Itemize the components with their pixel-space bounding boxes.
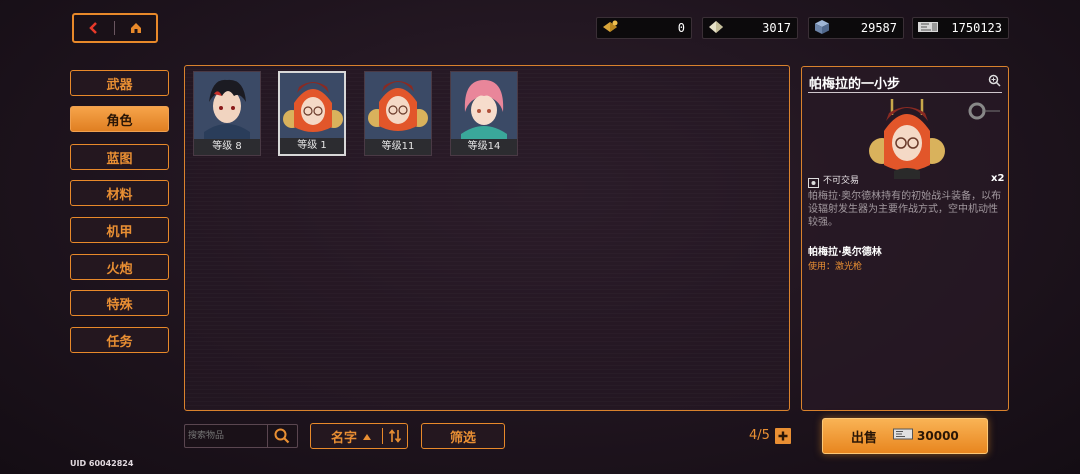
capacity-count: 4/5	[749, 428, 770, 443]
item-owner: 帕梅拉·奥尔德林	[808, 247, 882, 258]
category-task[interactable]: 任务	[70, 327, 169, 353]
category-special[interactable]: 特殊	[70, 290, 169, 316]
item-usage: 使用：激光枪	[808, 262, 863, 272]
currency-gold: 0	[596, 17, 692, 39]
currency-ticket: 1750123	[912, 17, 1009, 39]
item-level: 等级 8	[194, 139, 260, 155]
sort-divider	[382, 428, 383, 444]
nav-divider	[114, 21, 116, 35]
sell-button[interactable]: 出售 30000	[822, 418, 988, 454]
sell-label: 出售	[851, 430, 878, 446]
zoom-icon[interactable]	[988, 74, 1001, 87]
sort-up-icon	[363, 429, 372, 444]
sort-order-icon[interactable]	[389, 429, 401, 443]
currency-cube-value: 29587	[860, 21, 897, 35]
item-count: x2	[991, 173, 1005, 184]
category-artillery[interactable]: 火炮	[70, 254, 169, 280]
currency-ticket-value: 1750123	[951, 21, 1002, 35]
currency-cube: 29587	[808, 17, 904, 39]
search-input[interactable]	[188, 428, 268, 444]
ticket-icon	[917, 20, 939, 37]
character-portrait	[451, 72, 517, 139]
category-material[interactable]: 材料	[70, 180, 169, 206]
currency-gold-value: 0	[677, 21, 685, 35]
item-card[interactable]: 等级11	[364, 71, 432, 156]
home-icon[interactable]	[129, 21, 143, 35]
search-divider	[267, 425, 268, 447]
item-level: 等级11	[365, 139, 431, 155]
title-divider	[808, 92, 1002, 93]
filter-button[interactable]: 筛选	[421, 423, 505, 449]
gold-crystal-icon	[601, 19, 619, 38]
tradable-status: 不可交易	[823, 176, 860, 186]
category-mech[interactable]: 机甲	[70, 217, 169, 243]
item-level: 等级14	[451, 139, 517, 155]
category-character[interactable]: 角色	[70, 106, 169, 132]
search-box	[184, 424, 298, 448]
character-portrait	[194, 72, 260, 139]
user-uid: UID 60042824	[70, 459, 134, 468]
currency-diamond-value: 3017	[762, 21, 791, 35]
item-detail-image	[864, 95, 950, 179]
ticket-icon	[893, 428, 914, 444]
cube-icon	[813, 19, 831, 38]
sort-label: 名字	[331, 430, 358, 446]
character-portrait	[365, 72, 431, 139]
search-icon[interactable]	[274, 428, 290, 444]
sort-button[interactable]: 名字	[310, 423, 408, 449]
item-level: 等级 1	[280, 138, 344, 154]
currency-diamond: 3017	[702, 17, 798, 39]
item-detail-panel: 帕梅拉的一小步 不可交易 x2 帕梅拉·奥尔德林持有的初始战斗装备，以布设辐射发…	[801, 66, 1009, 411]
back-icon[interactable]	[87, 21, 101, 35]
add-capacity-icon[interactable]	[775, 428, 791, 444]
sell-price: 30000	[917, 429, 959, 443]
item-description: 帕梅拉·奥尔德林持有的初始战斗装备，以布设辐射发生器为主要作战方式，空中机动性较…	[808, 191, 1002, 228]
emblem-icon	[968, 101, 1002, 125]
item-card[interactable]: 等级 8	[193, 71, 261, 156]
category-blueprint[interactable]: 蓝图	[70, 144, 169, 170]
character-portrait	[280, 73, 344, 140]
item-card[interactable]: 等级14	[450, 71, 518, 156]
item-title: 帕梅拉的一小步	[809, 77, 901, 92]
item-card-selected[interactable]: 等级 1	[278, 71, 346, 156]
diamond-icon	[707, 19, 725, 38]
category-weapon[interactable]: 武器	[70, 70, 169, 96]
nav-box	[72, 13, 158, 43]
